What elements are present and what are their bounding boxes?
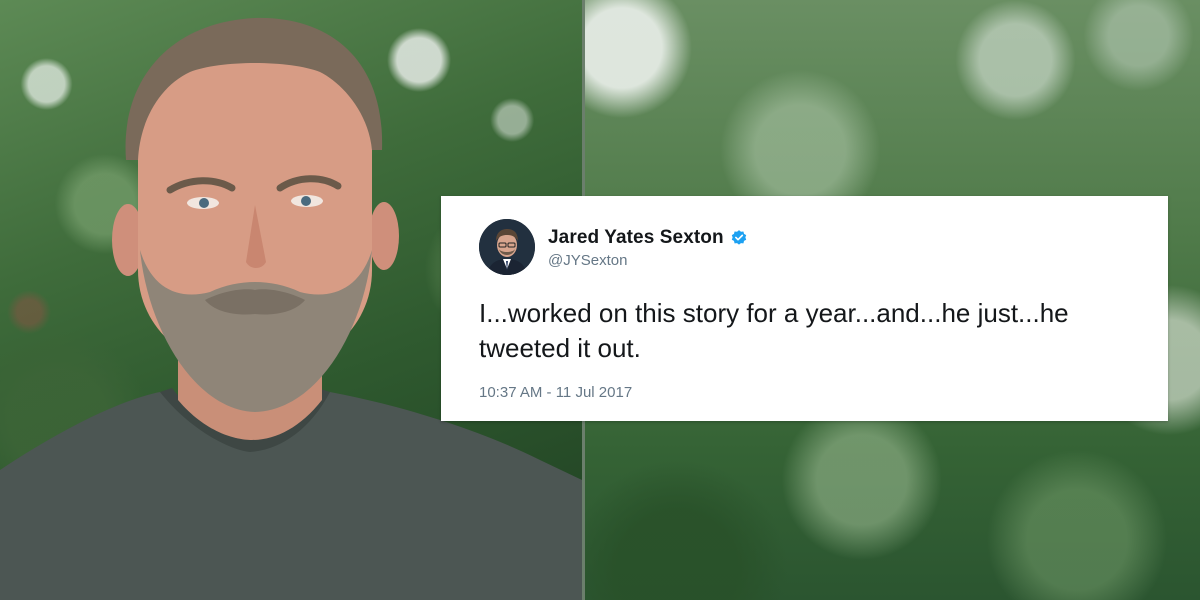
avatar[interactable] (479, 219, 535, 275)
tweet-header: Jared Yates Sexton @JYSexton (479, 218, 1130, 276)
verified-badge-icon (730, 229, 748, 247)
tweet-card: Jared Yates Sexton @JYSexton I...worked … (441, 196, 1168, 421)
display-name[interactable]: Jared Yates Sexton (548, 227, 724, 249)
handle[interactable]: @JYSexton (548, 252, 748, 269)
avatar-image (479, 219, 535, 275)
author-info: Jared Yates Sexton @JYSexton (548, 225, 748, 269)
tweet-text: I...worked on this story for a year...an… (479, 298, 1069, 363)
timestamp[interactable]: 10:37 AM - 11 Jul 2017 (479, 384, 1130, 401)
composite-image: Jared Yates Sexton @JYSexton I...worked … (0, 0, 1200, 600)
name-row: Jared Yates Sexton (548, 225, 748, 251)
